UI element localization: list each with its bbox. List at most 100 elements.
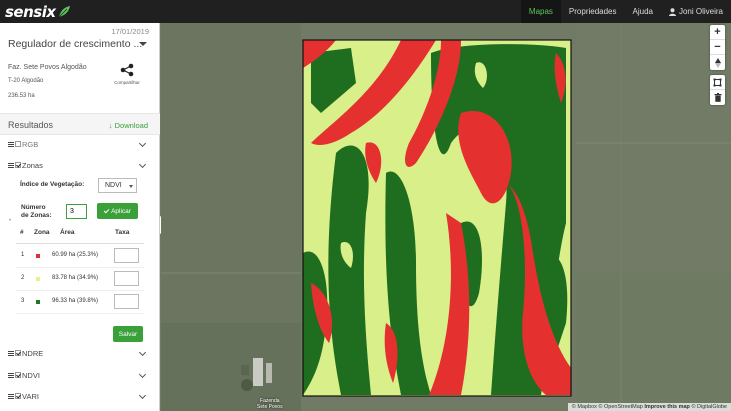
layer-zones[interactable]: Zonas xyxy=(8,158,151,172)
zone-area: 60.99 ha (25.3%) xyxy=(52,252,99,258)
vari-checkbox[interactable] xyxy=(15,393,21,399)
zone-number: 1 xyxy=(21,252,25,258)
layer-vari[interactable]: VARI xyxy=(8,389,151,403)
layer-label-ndvi: NDVI xyxy=(22,370,40,380)
zone-rate-input[interactable] xyxy=(114,248,139,263)
ndvi-zone-map[interactable] xyxy=(303,40,571,396)
table-row: 3 96.33 ha (39.8%) xyxy=(16,291,144,314)
zones-header-rate: Taxa xyxy=(115,229,130,236)
veg-index-value: NDVI xyxy=(105,182,122,189)
place-label-line2: Sete Povos xyxy=(257,404,283,410)
map-date: 17/01/2019 xyxy=(111,27,149,36)
zoom-in-button[interactable]: + xyxy=(710,25,725,40)
top-navbar: sensix Mapas Propriedades Ajuda Joni Oli… xyxy=(0,0,731,23)
attribution-mapbox-link[interactable]: © Mapbox xyxy=(572,404,597,410)
draw-polygon-button[interactable] xyxy=(710,75,725,90)
field-area: 236.53 ha xyxy=(8,93,35,99)
map-attribution: © Mapbox © OpenStreetMap Improve this ma… xyxy=(567,403,731,411)
chevron-down-icon[interactable] xyxy=(138,139,147,148)
zone-rate-input[interactable] xyxy=(114,294,139,309)
improve-map-link[interactable]: Improve this map xyxy=(644,404,690,410)
zones-count-label-line1: Número xyxy=(21,204,46,211)
chevron-down-icon[interactable] xyxy=(138,160,147,169)
caret-down-icon[interactable] xyxy=(139,42,147,46)
drag-handle-icon[interactable] xyxy=(8,162,14,168)
zones-header-area: Área xyxy=(60,229,75,236)
zones-count-label-line2: de Zonas: xyxy=(21,212,52,219)
layer-label-zones: Zonas xyxy=(22,160,43,170)
caret-down-icon xyxy=(129,185,133,188)
leaf-icon xyxy=(58,6,70,18)
veg-index-label: Índice de Vegetação: xyxy=(20,181,85,188)
user-name: Joni Oliveira xyxy=(678,7,723,16)
results-title: Resultados xyxy=(8,120,54,130)
zone-color-swatch xyxy=(36,277,40,281)
trash-icon xyxy=(714,93,721,102)
drag-handle-icon[interactable] xyxy=(8,393,14,399)
share-button[interactable]: Compartilhar xyxy=(113,63,141,85)
chevron-down-icon[interactable] xyxy=(138,348,147,357)
zoom-out-button[interactable]: − xyxy=(710,40,725,55)
chevron-down-icon[interactable] xyxy=(138,370,147,379)
compass-button[interactable] xyxy=(710,55,725,70)
delete-button[interactable] xyxy=(710,90,725,105)
map-title-select[interactable]: Regulador de crescimento ... xyxy=(8,38,142,50)
zone-color-swatch xyxy=(36,300,40,304)
download-label: Download xyxy=(114,121,148,130)
nav-properties[interactable]: Propriedades xyxy=(561,0,625,23)
layer-ndre[interactable]: NDRE xyxy=(8,346,151,360)
bullet-dot: • xyxy=(9,218,12,224)
minus-icon: − xyxy=(714,41,721,53)
drag-handle-icon[interactable] xyxy=(8,350,14,356)
compass-icon xyxy=(714,57,721,68)
attribution-digitalglobe-link[interactable]: © DigitalGlobe xyxy=(691,404,727,410)
check-icon xyxy=(103,207,110,213)
logo-text: sensix xyxy=(5,3,56,21)
rgb-checkbox[interactable] xyxy=(15,141,21,147)
zone-area: 83.78 ha (34.9%) xyxy=(52,275,99,281)
table-divider xyxy=(16,243,144,244)
results-header: Resultados ↓ Download xyxy=(0,113,160,135)
table-row: 2 83.78 ha (34.9%) xyxy=(16,268,144,291)
drag-handle-icon[interactable] xyxy=(8,372,14,378)
nav-user-menu[interactable]: Joni Oliveira xyxy=(661,0,731,23)
share-icon xyxy=(120,63,134,77)
save-button[interactable]: Salvar xyxy=(113,326,143,342)
zones-count-input[interactable] xyxy=(66,204,87,219)
apply-label: Aplicar xyxy=(111,207,131,215)
ndre-checkbox[interactable] xyxy=(15,350,21,356)
layer-label-ndre: NDRE xyxy=(22,348,44,358)
zone-color-swatch xyxy=(36,254,40,258)
layer-rgb[interactable]: RGB xyxy=(8,137,151,151)
nav-help[interactable]: Ajuda xyxy=(625,0,661,23)
chevron-down-icon[interactable] xyxy=(138,391,147,400)
share-label: Compartilhar xyxy=(114,80,140,85)
table-row: 1 60.99 ha (25.3%) xyxy=(16,245,144,268)
sensix-logo[interactable]: sensix xyxy=(5,3,71,21)
satellite-basemap[interactable] xyxy=(161,23,731,411)
main-nav: Mapas Propriedades Ajuda Joni Oliveira xyxy=(520,0,731,23)
zones-count-label: Número de Zonas: xyxy=(21,204,52,220)
polygon-icon xyxy=(713,78,722,86)
layer-ndvi[interactable]: NDVI xyxy=(8,368,151,382)
ndvi-checkbox[interactable] xyxy=(15,372,21,378)
download-arrow-icon: ↓ xyxy=(108,121,113,130)
plus-icon: + xyxy=(714,26,721,38)
apply-button[interactable]: Aplicar xyxy=(97,203,138,219)
nav-maps[interactable]: Mapas xyxy=(520,0,561,23)
veg-index-select[interactable]: NDVI xyxy=(98,178,137,193)
farm-name: Faz. Sete Povos Algodão xyxy=(8,64,87,71)
results-sidebar: 17/01/2019 Regulador de crescimento ... … xyxy=(0,23,160,411)
layer-label-rgb: RGB xyxy=(22,139,39,149)
zones-header-zone: Zona xyxy=(34,229,50,236)
zones-checkbox[interactable] xyxy=(15,162,21,168)
attribution-osm-link[interactable]: © OpenStreetMap xyxy=(598,404,642,410)
zone-rate-input[interactable] xyxy=(114,271,139,286)
layer-label-vari: VARI xyxy=(22,391,39,401)
draw-control-group xyxy=(710,75,725,105)
map-view[interactable]: + − Fazenda Sete Povos © Mapbox © OpenSt… xyxy=(161,23,731,411)
drag-handle-icon[interactable] xyxy=(8,141,14,147)
field-name: T-20 Algodão xyxy=(8,78,44,84)
zone-number: 2 xyxy=(21,275,25,281)
download-button[interactable]: ↓ Download xyxy=(109,121,148,130)
